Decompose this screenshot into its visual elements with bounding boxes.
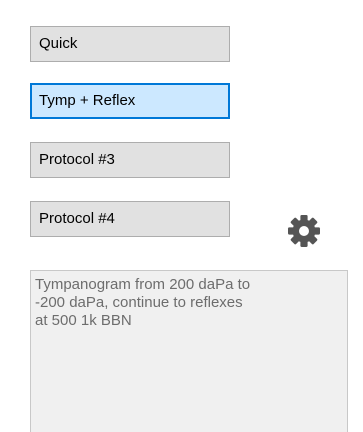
tymp-reflex-protocol-button[interactable]: Tymp + Reflex [30,83,230,119]
quick-protocol-button[interactable]: Quick [30,26,230,62]
protocol-4-button[interactable]: Protocol #4 [30,201,230,237]
gear-icon[interactable] [287,214,321,248]
protocol-description: Tympanogram from 200 daPa to -200 daPa, … [30,270,348,432]
gear-icon-graphic [288,215,320,247]
protocol-3-button[interactable]: Protocol #3 [30,142,230,178]
protocol-panel: Quick Tymp + Reflex Protocol #3 Protocol… [0,0,363,432]
